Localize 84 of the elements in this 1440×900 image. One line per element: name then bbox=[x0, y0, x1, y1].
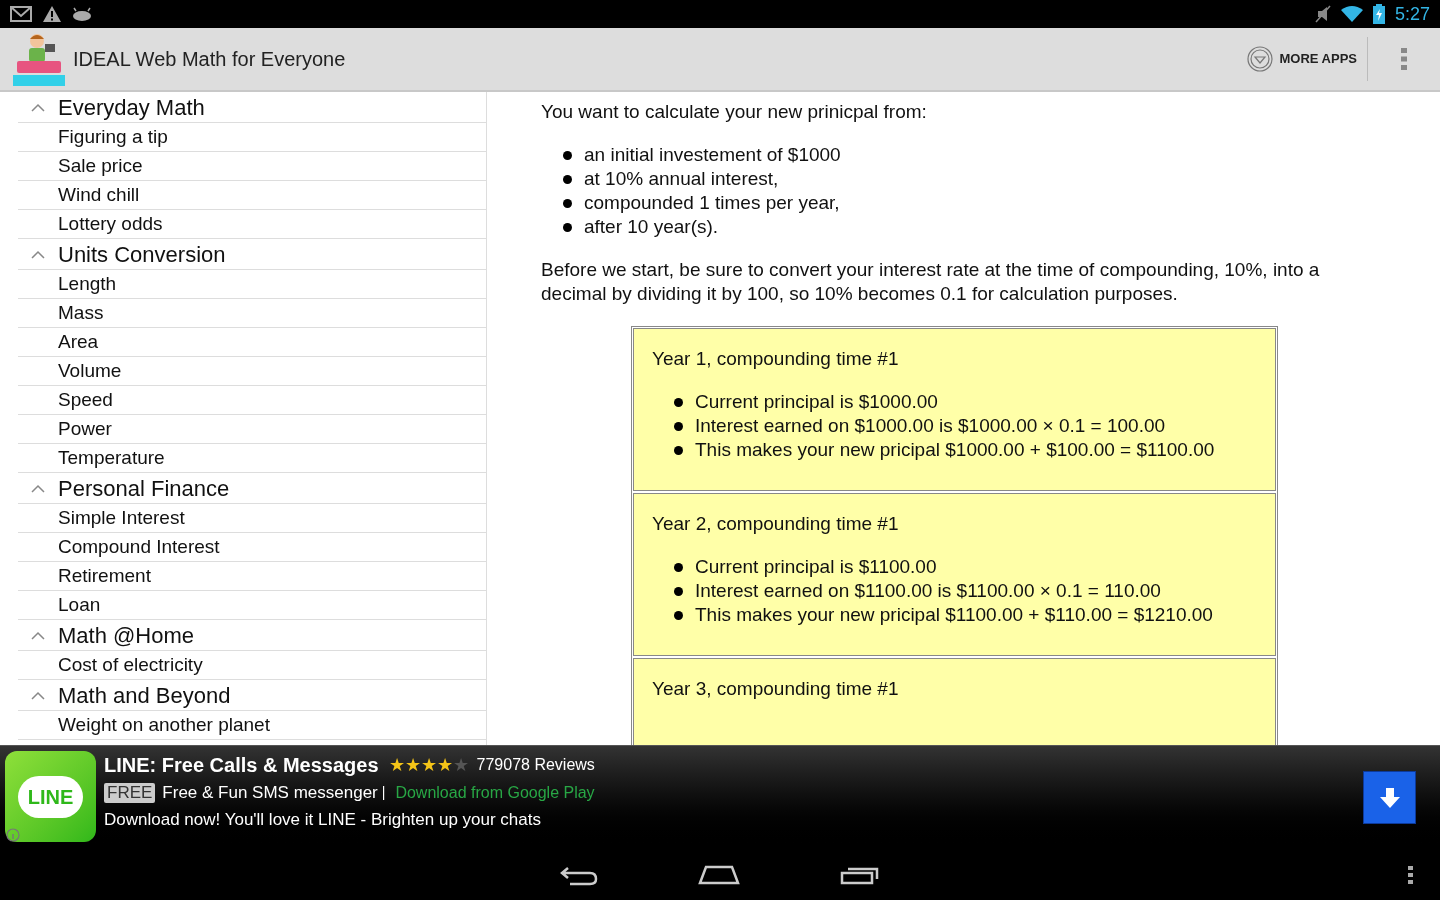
line-app-icon: LINE bbox=[5, 751, 96, 842]
store-link[interactable]: Download from Google Play bbox=[395, 780, 595, 805]
sidebar-item[interactable]: Weight on another planet bbox=[18, 711, 486, 740]
category-header[interactable]: Everyday Math bbox=[18, 92, 486, 123]
download-button[interactable] bbox=[1363, 771, 1416, 824]
separator: | bbox=[381, 783, 386, 802]
bullet-icon bbox=[563, 198, 572, 208]
category-header[interactable]: Math @Home bbox=[18, 620, 486, 651]
clock-time: 5:27 bbox=[1394, 2, 1430, 26]
star-icon: ★ bbox=[388, 751, 405, 779]
category-label: Units Conversion bbox=[58, 240, 226, 269]
mail-icon bbox=[10, 6, 32, 22]
category-header[interactable]: Units Conversion bbox=[18, 239, 486, 270]
calculation-line: Current principal is $1000.00 bbox=[695, 390, 938, 414]
calculation-line: This makes your new pricipal $1000.00 + $100.00 = $1100.00 bbox=[695, 438, 1215, 462]
sidebar-item[interactable]: Wind chill bbox=[18, 181, 486, 210]
home-icon[interactable] bbox=[698, 865, 740, 885]
sidebar-item[interactable]: Speed bbox=[18, 386, 486, 415]
bullet-icon bbox=[563, 150, 572, 160]
app-logo bbox=[13, 31, 67, 87]
bullet-text: an initial investement of $1000 bbox=[584, 143, 841, 167]
recent-apps-icon[interactable] bbox=[840, 865, 880, 885]
category-label: Personal Finance bbox=[58, 474, 230, 503]
star-icon: ★ bbox=[420, 751, 437, 779]
wifi-icon bbox=[1340, 5, 1363, 23]
sidebar-item[interactable]: Temperature bbox=[18, 444, 486, 473]
bullet-icon bbox=[674, 445, 683, 455]
year-title: Year 2, compounding time #1 bbox=[652, 512, 900, 536]
sidebar-item[interactable]: Volume bbox=[18, 357, 486, 386]
calculation-line: This makes your new pricipal $1100.00 + $110.00 = $1210.00 bbox=[695, 603, 1213, 627]
dropdown-circle-icon bbox=[1247, 46, 1274, 72]
info-icon[interactable] bbox=[5, 827, 21, 843]
year-title: Year 3, compounding time #1 bbox=[652, 677, 900, 701]
calculation-line: Interest earned on $1000.00 is $1000.00 × 0.1 = 100.00 bbox=[695, 414, 1166, 438]
more-apps-button[interactable]: MORE APPS bbox=[1247, 37, 1368, 81]
bullet-icon bbox=[563, 174, 572, 184]
calculation-line: Interest earned on $1100.00 is $1100.00 × 0.1 = 110.00 bbox=[695, 579, 1161, 603]
bullet-icon bbox=[674, 610, 683, 620]
bullet-icon bbox=[674, 421, 683, 431]
sidebar-item[interactable]: Compound Interest bbox=[18, 533, 486, 562]
bullet-icon bbox=[674, 397, 683, 407]
sidebar-item[interactable]: Cost of electricity bbox=[18, 651, 486, 680]
sidebar-item[interactable]: Retirement bbox=[18, 562, 486, 591]
sidebar-item[interactable]: Length bbox=[18, 270, 486, 299]
app-title: IDEAL Web Math for Everyone bbox=[73, 47, 346, 72]
overflow-menu-icon[interactable] bbox=[1408, 866, 1413, 884]
star-icon: ★ bbox=[404, 751, 421, 779]
bullet-icon bbox=[674, 562, 683, 572]
sidebar-item[interactable]: Area bbox=[18, 328, 486, 357]
ad-banner[interactable]: LINE LINE: Free Calls & Messages ★★★★★ 779078 Reviews FREE Free & Fun SMS messenger | Download from Google Play Download now! You'll love it LINE - Brighten up your chats bbox=[0, 745, 1440, 850]
bullet-text: compounded 1 times per year, bbox=[584, 191, 840, 215]
category-label: Math @Home bbox=[58, 621, 195, 650]
intro-text: You want to calculate your new prinicpal from: bbox=[541, 100, 928, 124]
category-header[interactable]: Personal Finance bbox=[18, 473, 486, 504]
bullet-icon bbox=[674, 586, 683, 596]
calculation-line: Current principal is $1100.00 bbox=[695, 555, 937, 579]
ad-subtitle: Free & Fun SMS messenger bbox=[162, 781, 378, 804]
android-icon bbox=[72, 7, 92, 21]
sidebar-item[interactable]: Lottery odds bbox=[18, 210, 486, 239]
download-arrow-icon bbox=[1379, 787, 1400, 808]
category-label: Math and Beyond bbox=[58, 681, 231, 710]
bullet-text: after 10 year(s). bbox=[584, 215, 719, 239]
sidebar-item[interactable]: Simple Interest bbox=[18, 504, 486, 533]
category-header[interactable]: Math and Beyond bbox=[18, 680, 486, 711]
sidebar-item[interactable]: Loan bbox=[18, 591, 486, 620]
sidebar-item[interactable]: Sale price bbox=[18, 152, 486, 181]
sidebar-item[interactable]: Power bbox=[18, 415, 486, 444]
star-icon: ★ bbox=[436, 751, 453, 779]
category-label: Everyday Math bbox=[58, 93, 205, 122]
note-text: Before we start, be sure to convert your interest rate at the time of compounding, 10%, into a decimal by dividing it by 100, so 10% becomes 0.1 for calculation purposes. bbox=[541, 258, 1321, 306]
battery-icon bbox=[1372, 4, 1385, 24]
bullet-text: at 10% annual interest, bbox=[584, 167, 779, 191]
mute-icon bbox=[1314, 5, 1331, 23]
back-icon[interactable] bbox=[560, 864, 598, 886]
warning-icon bbox=[42, 5, 62, 23]
ad-description: Download now! You'll love it LINE - Brighten up your chats bbox=[104, 809, 542, 831]
ad-title: LINE: Free Calls & Messages bbox=[104, 753, 379, 778]
sidebar-item[interactable]: Mass bbox=[18, 299, 486, 328]
year-title: Year 1, compounding time #1 bbox=[652, 347, 900, 371]
star-icon: ★ bbox=[452, 751, 469, 779]
bullet-icon bbox=[563, 222, 572, 232]
sidebar-item[interactable]: Figuring a tip bbox=[18, 123, 486, 152]
review-count: 779078 Reviews bbox=[476, 755, 595, 775]
free-badge: FREE bbox=[104, 782, 156, 803]
